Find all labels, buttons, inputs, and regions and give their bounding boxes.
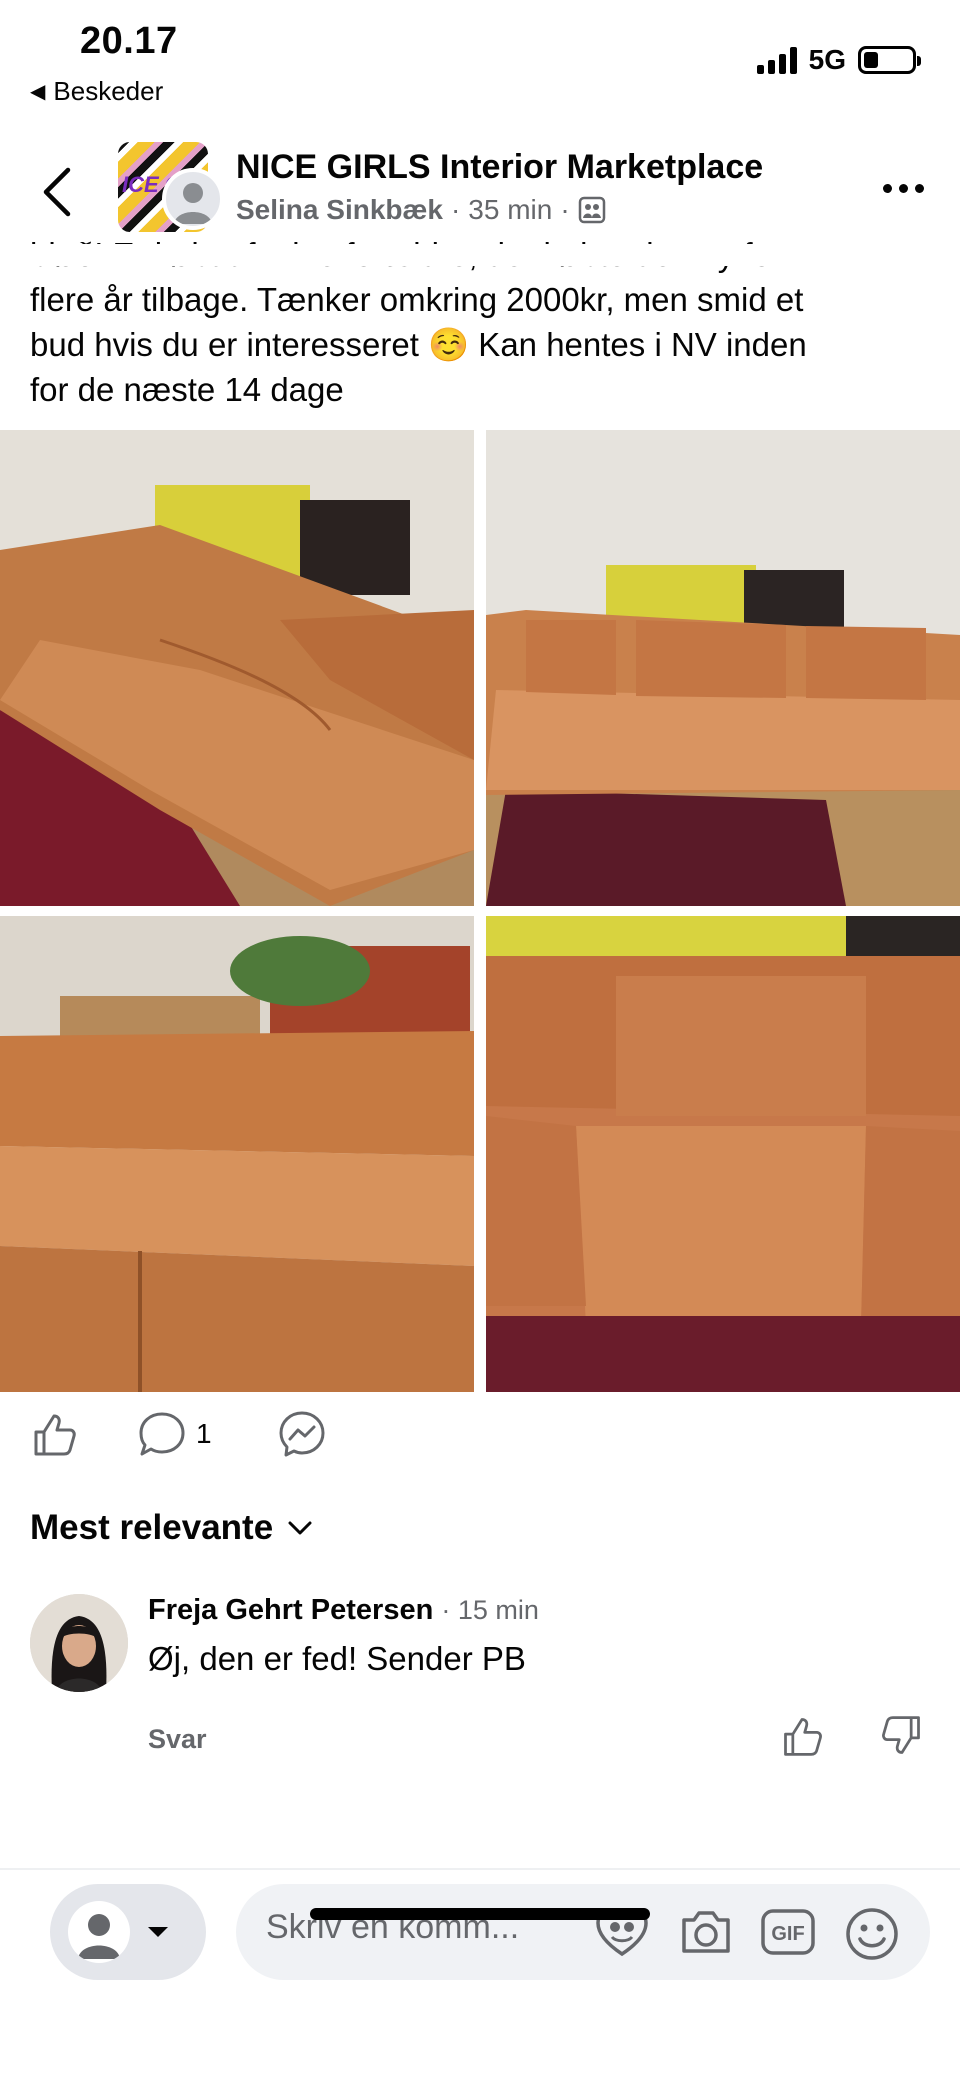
account-avatar <box>68 1901 130 1963</box>
account-switcher[interactable] <box>50 1884 206 1980</box>
emoji-icon[interactable] <box>844 1906 900 1962</box>
post-meta: Selina Sinkbæk · 35 min · <box>236 194 606 226</box>
chevron-left-icon <box>43 167 71 217</box>
like-button[interactable] <box>30 1410 78 1458</box>
post-photo-2[interactable] <box>486 430 960 906</box>
comment-composer-bar: GIF <box>0 1868 960 2078</box>
like-icon <box>34 1414 76 1456</box>
sort-label: Mest relevante <box>30 1508 274 1547</box>
post-time: 35 min <box>468 194 553 225</box>
group-name[interactable]: NICE GIRLS Interior Marketplace <box>236 148 763 187</box>
back-app-label: Beskeder <box>53 76 164 106</box>
post-photo-4[interactable] <box>486 916 960 1392</box>
comment-time: · 15 min <box>441 1595 539 1625</box>
post-photo-1[interactable] <box>0 430 474 906</box>
post-text-line: for de næste 14 dage <box>30 371 344 408</box>
battery-icon <box>858 46 921 74</box>
group-privacy-icon <box>578 196 605 224</box>
comment-count: 1 <box>196 1418 212 1449</box>
status-indicators: 5G <box>756 44 921 76</box>
chevron-down-icon <box>288 1521 312 1535</box>
thumb-down-icon <box>882 1716 920 1754</box>
network-label: 5G <box>808 44 846 75</box>
default-avatar-icon <box>78 1914 120 1959</box>
post-text: bløð! Er købt af mine forældre, der købt… <box>30 236 940 412</box>
caret-down-icon <box>148 1927 168 1937</box>
author-name[interactable]: Selina Sinkbæk <box>236 194 443 226</box>
back-button[interactable] <box>38 164 78 220</box>
gif-icon[interactable]: GIF <box>760 1906 816 1958</box>
comment-box: GIF <box>236 1884 930 1980</box>
more-icon <box>883 184 892 193</box>
post-text-line: bud hvis du er interesseret ☺️ Kan hente… <box>30 326 807 363</box>
comment-sort-dropdown[interactable]: Mest relevante <box>30 1508 313 1548</box>
messenger-icon <box>279 1411 325 1457</box>
status-bar: 20.17 ◀ Beskeder 5G <box>0 0 960 118</box>
gif-label: GIF <box>771 1923 804 1945</box>
post-actions: 1 <box>0 1410 960 1480</box>
comment-header: Freja Gehrt Petersen · 15 min <box>148 1594 539 1627</box>
comment-icon <box>139 1412 185 1456</box>
more-options-button[interactable] <box>883 184 924 193</box>
signal-icon <box>756 46 797 74</box>
meta-separator: · <box>450 194 461 225</box>
camera-icon[interactable] <box>678 1906 734 1958</box>
status-time: 20.17 <box>80 20 178 62</box>
commenter-name[interactable]: Freja Gehrt Petersen <box>148 1594 433 1626</box>
post-photo-3[interactable] <box>0 916 474 1392</box>
messenger-share-button[interactable] <box>278 1410 326 1458</box>
comment-downvote-button[interactable] <box>880 1714 924 1763</box>
back-to-app-link[interactable]: ◀ Beskeder <box>30 76 163 107</box>
post-text-line: flere år tilbage. Tænker omkring 2000kr,… <box>30 281 804 318</box>
default-avatar-icon <box>174 183 212 224</box>
thumb-up-icon <box>784 1718 822 1756</box>
author-avatar[interactable] <box>162 168 224 230</box>
commenter-avatar[interactable] <box>30 1594 128 1692</box>
reply-button[interactable]: Svar <box>148 1724 207 1755</box>
meta-separator: · <box>560 194 570 225</box>
comment-button[interactable]: 1 <box>138 1410 212 1458</box>
back-triangle-icon: ◀ <box>30 81 46 103</box>
home-indicator <box>310 1908 650 1920</box>
comment-text: Øj, den er fed! Sender PB <box>148 1640 526 1677</box>
comment-upvote-button[interactable] <box>780 1714 824 1763</box>
